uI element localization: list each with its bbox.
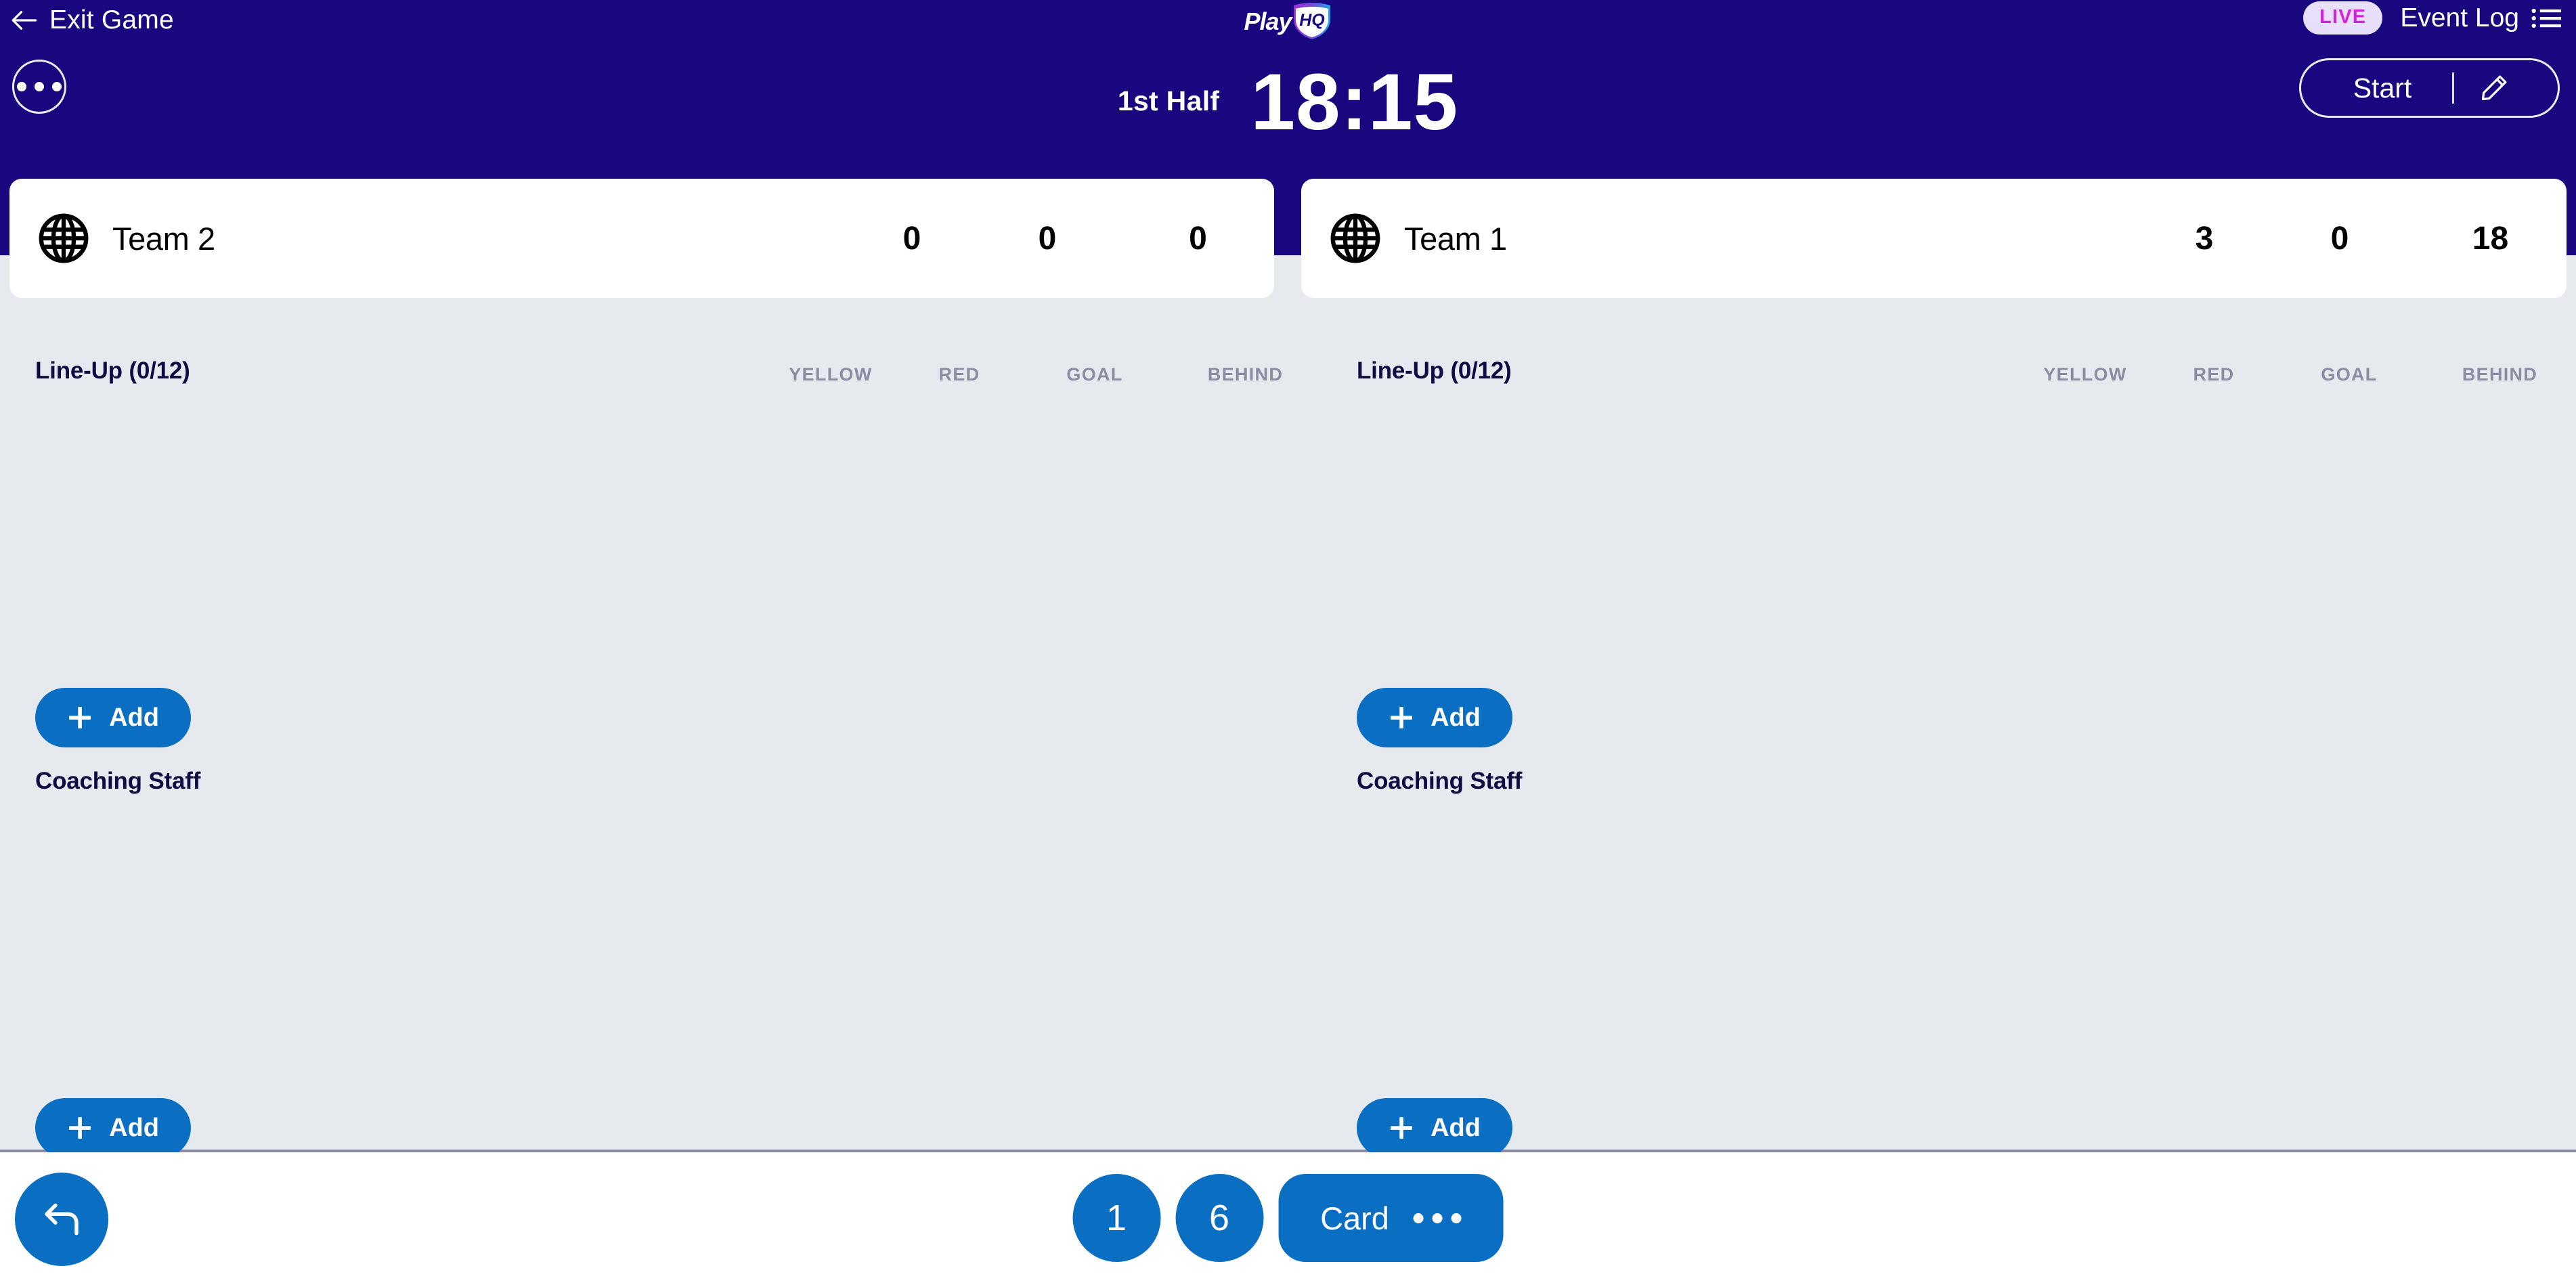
scoring-app-screen: Exit Game Play HQ LIVE Event Log 1st Hal…	[0, 0, 2576, 1287]
team-card-right[interactable]: Team 1 3 0 18	[1301, 179, 2567, 298]
svg-text:HQ: HQ	[1299, 11, 1325, 30]
score-value-goal: 0	[2330, 220, 2349, 257]
column-header-red: RED	[938, 364, 980, 385]
pencil-icon	[2482, 75, 2507, 101]
team-name-label: Team 1	[1404, 220, 1507, 257]
column-header-goal: GOAL	[1066, 364, 1123, 385]
live-status-badge: LIVE	[2303, 1, 2383, 35]
coaching-staff-section-title: Coaching Staff	[35, 768, 201, 794]
add-lineup-player-button[interactable]: Add	[35, 688, 191, 747]
team-pane-right: YELLOW RED GOAL BEHIND Line-Up (0/12) Ad…	[1322, 298, 2576, 1158]
start-clock-button[interactable]: Start	[2326, 72, 2453, 104]
team-panes: YELLOW RED GOAL BEHIND Line-Up (0/12) Ad…	[0, 298, 2576, 1158]
score-value-red: 0	[902, 220, 921, 257]
plus-icon	[1391, 1117, 1412, 1139]
score-value-behind: 18	[2472, 220, 2509, 257]
exit-game-button[interactable]: Exit Game	[9, 5, 174, 35]
playhq-logo: Play HQ	[1244, 3, 1332, 41]
score-button-1[interactable]: 1	[1072, 1174, 1161, 1262]
card-button-label: Card	[1320, 1200, 1389, 1236]
team-card-left[interactable]: Team 2 0 0 0	[9, 179, 1274, 298]
team-pane-left: YELLOW RED GOAL BEHIND Line-Up (0/12) Ad…	[0, 298, 1322, 1158]
nav-upper-row: Exit Game Play HQ LIVE Event Log	[0, 0, 2576, 46]
add-coaching-staff-button[interactable]: Add	[35, 1098, 191, 1158]
column-header-red: RED	[2193, 364, 2235, 385]
game-options-button[interactable]	[12, 60, 66, 114]
undo-arrow-icon	[45, 1203, 79, 1236]
edit-clock-button[interactable]	[2454, 72, 2533, 104]
plus-icon	[69, 1117, 91, 1139]
ellipsis-icon	[1413, 1213, 1462, 1223]
team-score-cells: 3 0 18	[2008, 220, 2567, 257]
add-button-label: Add	[109, 1113, 159, 1142]
game-clock: 18:15	[1250, 58, 1459, 147]
column-header-goal: GOAL	[2321, 364, 2378, 385]
ellipsis-dot	[1413, 1213, 1424, 1223]
score-value-goal: 0	[1038, 220, 1057, 257]
stat-column-headers: YELLOW RED GOAL BEHIND	[763, 364, 1322, 385]
column-header-yellow: YELLOW	[789, 364, 873, 385]
game-clock-group: 1st Half 18:15	[1118, 62, 1458, 142]
stat-column-headers: YELLOW RED GOAL BEHIND	[2017, 364, 2576, 385]
top-navigation-bar: Exit Game Play HQ LIVE Event Log 1st Hal…	[0, 0, 2576, 169]
plus-icon	[1391, 707, 1412, 728]
ellipsis-dot	[52, 82, 62, 91]
add-button-label: Add	[1431, 703, 1481, 732]
lineup-section-title: Line-Up (0/12)	[1357, 357, 1512, 384]
team-name-label: Team 2	[112, 220, 215, 257]
column-header-behind: BEHIND	[2462, 364, 2538, 385]
exit-game-label: Exit Game	[49, 5, 174, 35]
score-value-red: 3	[2195, 220, 2214, 257]
clock-control-group: Start	[2299, 58, 2560, 118]
nav-lower-row: 1st Half 18:15 Start	[0, 46, 2576, 169]
event-log-button[interactable]: Event Log	[2400, 3, 2561, 33]
nav-right-group: LIVE Event Log	[2303, 1, 2561, 35]
lineup-section-title: Line-Up (0/12)	[35, 357, 190, 384]
column-header-behind: BEHIND	[1207, 364, 1284, 385]
score-value-behind: 0	[1189, 220, 1207, 257]
main-content-area: YELLOW RED GOAL BEHIND Line-Up (0/12) Ad…	[0, 298, 2576, 1158]
undo-button[interactable]	[15, 1173, 108, 1266]
ellipsis-dot	[1432, 1213, 1443, 1223]
ellipsis-dot	[17, 82, 26, 91]
globe-icon	[1330, 213, 1380, 263]
add-button-label: Add	[1431, 1113, 1481, 1142]
globe-icon	[39, 213, 89, 263]
card-action-button[interactable]: Card	[1278, 1174, 1504, 1262]
plus-icon	[69, 707, 91, 728]
coaching-staff-section-title: Coaching Staff	[1357, 768, 1523, 794]
playhq-shield-icon: HQ	[1293, 3, 1330, 39]
column-header-yellow: YELLOW	[2043, 364, 2127, 385]
add-lineup-player-button[interactable]: Add	[1357, 688, 1512, 747]
list-icon	[2531, 8, 2561, 28]
event-log-label: Event Log	[2400, 3, 2519, 32]
team-score-cards-band: Team 2 0 0 0 Team 1 3 0 18	[0, 169, 2576, 298]
period-label: 1st Half	[1117, 85, 1220, 116]
score-button-6[interactable]: 6	[1175, 1174, 1264, 1262]
bottom-action-bar: 1 6 Card	[0, 1152, 2576, 1287]
ellipsis-dot	[1451, 1213, 1462, 1223]
add-button-label: Add	[109, 703, 159, 732]
playhq-logo-text: Play	[1244, 7, 1292, 35]
ellipsis-dot	[35, 82, 44, 91]
add-coaching-staff-button[interactable]: Add	[1357, 1098, 1512, 1158]
scoring-action-group: 1 6 Card	[1072, 1174, 1504, 1262]
team-score-cells: 0 0 0	[716, 220, 1274, 257]
arrow-left-icon	[12, 11, 37, 30]
